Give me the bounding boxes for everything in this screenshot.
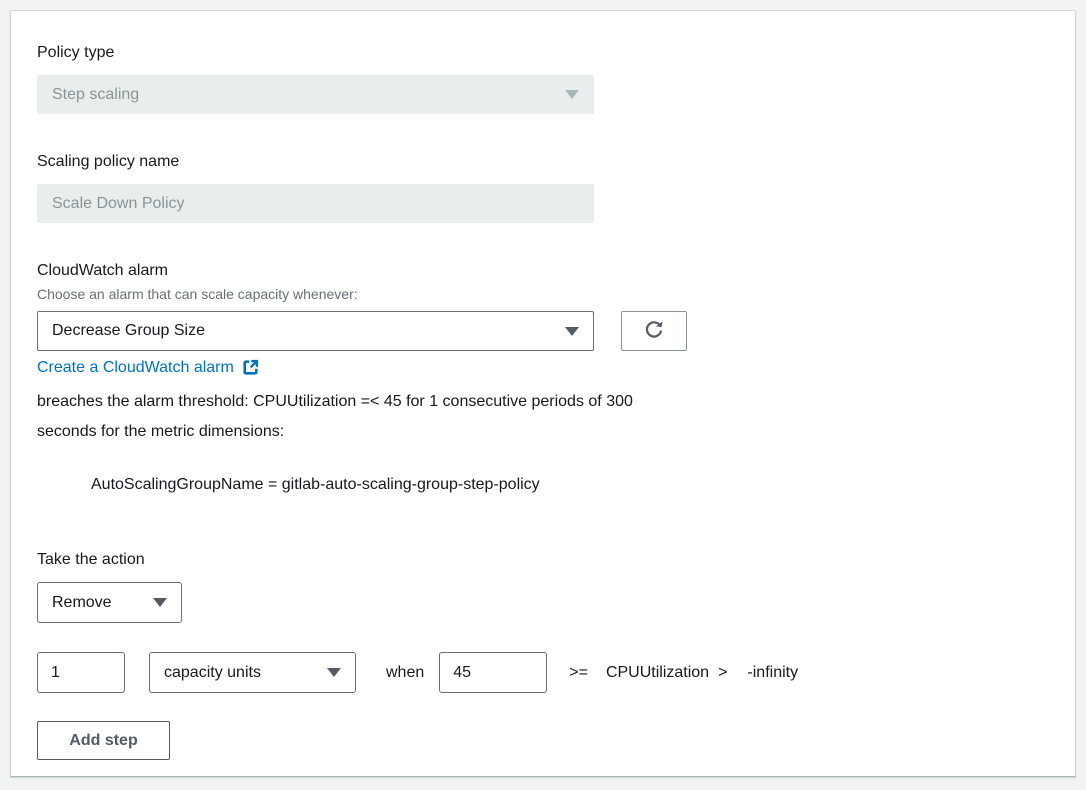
refresh-alarms-button[interactable] bbox=[621, 311, 687, 351]
action-type-select[interactable]: Remove bbox=[37, 582, 182, 623]
create-cloudwatch-alarm-link[interactable]: Create a CloudWatch alarm bbox=[37, 359, 234, 377]
policy-name-input: Scale Down Policy bbox=[37, 184, 594, 223]
metric-dimension-value: AutoScalingGroupName = gitlab-auto-scali… bbox=[91, 476, 1049, 494]
form-content: Policy type Step scaling Scaling policy … bbox=[11, 11, 1075, 760]
cloudwatch-alarm-select[interactable]: Decrease Group Size bbox=[37, 311, 594, 351]
action-type-selected-value: Remove bbox=[52, 594, 153, 612]
policy-type-select: Step scaling bbox=[37, 75, 594, 114]
alarm-threshold-description: breaches the alarm threshold: CPUUtiliza… bbox=[37, 387, 1049, 447]
step-upper-bound-input[interactable] bbox=[439, 652, 547, 693]
step-amount-input[interactable] bbox=[37, 652, 125, 693]
lower-bound-label: -infinity bbox=[747, 664, 798, 682]
greater-than-label: > bbox=[718, 664, 727, 682]
step-unit-select[interactable]: capacity units bbox=[149, 652, 356, 693]
external-link-icon bbox=[241, 358, 260, 377]
add-step-button[interactable]: Add step bbox=[37, 721, 170, 760]
greater-equal-label: >= bbox=[569, 664, 588, 682]
chevron-down-icon bbox=[565, 327, 579, 336]
create-alarm-link-row: Create a CloudWatch alarm bbox=[37, 358, 1049, 377]
policy-type-value: Step scaling bbox=[52, 86, 565, 104]
cloudwatch-alarm-helper: Choose an alarm that can scale capacity … bbox=[37, 285, 1049, 303]
policy-name-placeholder: Scale Down Policy bbox=[52, 195, 579, 213]
chevron-down-icon bbox=[327, 668, 341, 677]
alarm-threshold-line2: seconds for the metric dimensions: bbox=[37, 417, 1049, 447]
policy-type-label: Policy type bbox=[37, 44, 1049, 62]
take-action-label: Take the action bbox=[37, 551, 1049, 569]
chevron-down-icon bbox=[153, 598, 167, 607]
chevron-down-icon bbox=[565, 90, 579, 99]
policy-name-label: Scaling policy name bbox=[37, 153, 1049, 171]
when-label: when bbox=[386, 664, 424, 682]
step-unit-selected-value: capacity units bbox=[164, 664, 327, 682]
scaling-policy-form-card: Policy type Step scaling Scaling policy … bbox=[10, 10, 1076, 777]
alarm-threshold-line1: breaches the alarm threshold: CPUUtiliza… bbox=[37, 387, 1049, 417]
alarm-select-row: Decrease Group Size bbox=[37, 311, 1049, 351]
scaling-step-row: capacity units when >= CPUUtilization > … bbox=[37, 652, 1049, 693]
cloudwatch-alarm-label: CloudWatch alarm bbox=[37, 262, 1049, 280]
metric-name-label: CPUUtilization bbox=[606, 664, 709, 682]
cloudwatch-alarm-selected-value: Decrease Group Size bbox=[52, 322, 565, 340]
refresh-icon bbox=[642, 317, 666, 346]
